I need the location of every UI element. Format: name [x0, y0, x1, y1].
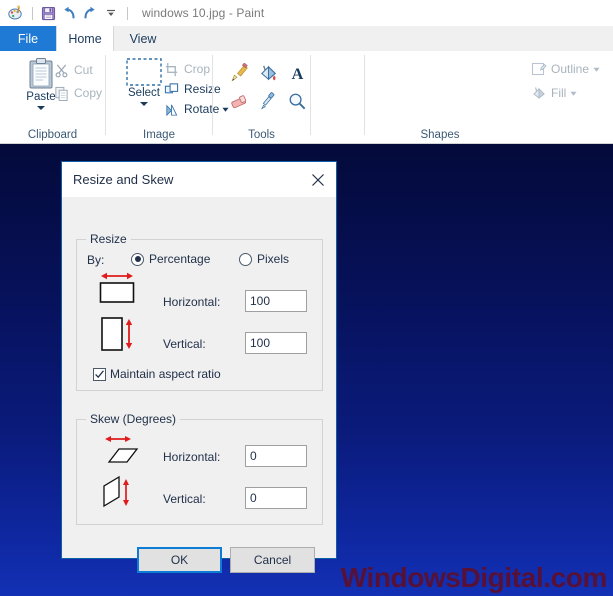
resize-and-skew-dialog: Resize and Skew Resize By: Percentage Pi…	[61, 161, 337, 573]
select-dropdown-caret[interactable]	[140, 102, 148, 106]
tab-file[interactable]: File	[0, 26, 56, 51]
vertical-resize-illustration-icon	[99, 314, 139, 361]
fill-button[interactable]: Fill	[529, 83, 577, 103]
maintain-aspect-ratio-checkbox[interactable]: Maintain aspect ratio	[93, 367, 221, 381]
skew-vertical-label: Vertical:	[163, 492, 206, 506]
skew-group: Skew (Degrees) Horizontal: 0 Vertical: 0	[76, 412, 323, 525]
resize-horizontal-label: Horizontal:	[163, 295, 221, 309]
ribbon-group-shapes: Outline Fill Shapes	[365, 51, 613, 143]
crop-label: Crop	[184, 62, 211, 76]
paste-dropdown-caret[interactable]	[37, 106, 45, 110]
resize-group: Resize By: Percentage Pixels Horizontal:…	[76, 232, 323, 391]
title-bar: windows 10.jpg - Paint	[0, 0, 613, 26]
fill-with-color-icon[interactable]	[256, 61, 280, 85]
customize-quick-access-caret[interactable]	[101, 3, 121, 23]
maintain-aspect-ratio-box[interactable]	[93, 367, 106, 381]
select-icon	[126, 58, 162, 86]
outline-button[interactable]: Outline	[529, 59, 600, 79]
fill-dropdown-caret[interactable]	[570, 86, 577, 100]
redo-icon[interactable]	[80, 3, 100, 23]
outline-label: Outline	[551, 62, 590, 76]
percentage-radio-circle[interactable]	[131, 252, 144, 266]
watermark-text: WindowsDigital.com	[340, 562, 608, 593]
fill-label: Fill	[551, 86, 567, 100]
clipboard-group-label: Clipboard	[27, 129, 78, 141]
horizontal-skew-illustration-icon	[95, 432, 145, 473]
pixels-radio[interactable]: Pixels	[239, 252, 289, 266]
percentage-label: Percentage	[149, 252, 211, 266]
paint-app-icon[interactable]	[6, 3, 26, 23]
skew-horizontal-input[interactable]	[245, 445, 307, 467]
cancel-button[interactable]: Cancel	[230, 547, 315, 573]
dialog-body: Resize By: Percentage Pixels Horizontal:…	[62, 197, 336, 573]
percentage-radio[interactable]: Percentage	[131, 252, 210, 266]
fill-icon	[529, 84, 548, 102]
pixels-radio-circle[interactable]	[239, 252, 252, 266]
ribbon-group-clipboard: Paste Cut Copy Clipboard	[0, 51, 105, 143]
magnifier-icon[interactable]	[285, 89, 309, 113]
image-group-label: Image	[143, 129, 175, 141]
window-title: windows 10.jpg - Paint	[142, 6, 265, 20]
ribbon-tabstrip: File Home View	[0, 26, 613, 51]
horizontal-resize-illustration-icon	[95, 270, 139, 309]
resize-group-label: Resize	[86, 232, 131, 246]
ribbon: Paste Cut Copy Clipboard Select Crop Res…	[0, 51, 613, 144]
rotate-icon	[162, 100, 181, 118]
outline-icon	[529, 60, 548, 78]
checkmark-icon	[95, 369, 104, 378]
vertical-skew-illustration-icon	[99, 472, 143, 519]
tools-group-label: Tools	[248, 129, 275, 141]
resize-vertical-input[interactable]	[245, 332, 307, 354]
crop-icon	[162, 60, 181, 78]
maintain-aspect-ratio-label: Maintain aspect ratio	[110, 367, 221, 381]
pixels-label: Pixels	[257, 252, 290, 266]
svg-text:A: A	[291, 65, 303, 83]
resize-icon	[162, 80, 181, 98]
select-button[interactable]: Select	[120, 57, 168, 106]
ribbon-group-image: Select Crop Resize Rotate Image	[106, 51, 229, 143]
skew-group-label: Skew (Degrees)	[86, 412, 181, 426]
copy-icon	[52, 84, 71, 102]
tab-home[interactable]: Home	[56, 26, 114, 51]
dialog-title-bar: Resize and Skew	[62, 162, 336, 197]
cut-label: Cut	[74, 63, 93, 77]
shapes-group-label: Shapes	[420, 129, 460, 141]
cut-button[interactable]: Cut	[52, 60, 93, 80]
ribbon-group-tools: A Tools	[213, 51, 310, 143]
qat-separator-2	[127, 6, 128, 20]
outline-dropdown-caret[interactable]	[593, 62, 600, 76]
select-label: Select	[128, 87, 160, 99]
copy-label: Copy	[74, 86, 103, 100]
text-icon[interactable]: A	[285, 61, 309, 85]
qat-separator-1	[32, 6, 33, 20]
skew-vertical-input[interactable]	[245, 487, 307, 509]
resize-horizontal-input[interactable]	[245, 290, 307, 312]
save-icon[interactable]	[38, 3, 58, 23]
eraser-icon[interactable]	[227, 89, 251, 113]
undo-icon[interactable]	[59, 3, 79, 23]
by-label: By:	[87, 253, 105, 267]
scissors-icon	[52, 61, 71, 79]
ok-button[interactable]: OK	[137, 547, 222, 573]
dialog-title: Resize and Skew	[73, 172, 174, 187]
skew-horizontal-label: Horizontal:	[163, 450, 221, 464]
crop-button[interactable]: Crop	[162, 59, 210, 79]
resize-vertical-label: Vertical:	[163, 337, 206, 351]
tab-view[interactable]: View	[114, 26, 172, 51]
pencil-icon[interactable]	[227, 61, 251, 85]
color-picker-icon[interactable]	[256, 89, 280, 113]
close-icon[interactable]	[300, 163, 336, 197]
copy-button[interactable]: Copy	[52, 83, 102, 103]
paint-window: windows 10.jpg - Paint File Home View Pa…	[0, 0, 613, 596]
